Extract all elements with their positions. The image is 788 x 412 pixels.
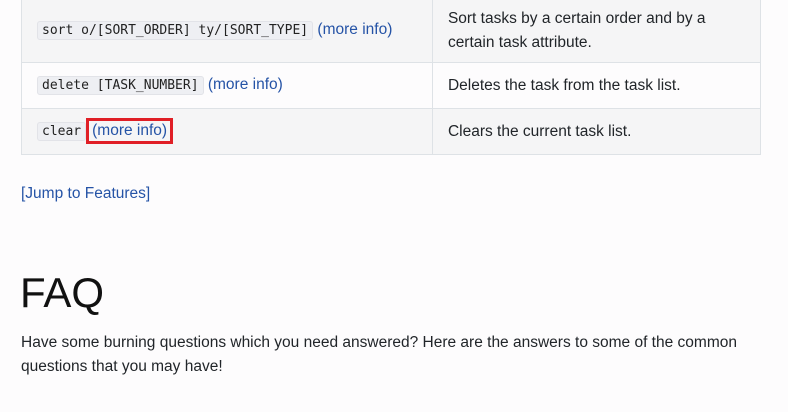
more-info-link-delete[interactable]: (more info) [208,76,283,93]
command-cell: clear (more info) [21,108,433,155]
description-cell: Clears the current task list. [431,108,762,155]
command-cell: delete [TASK_NUMBER] (more info) [21,62,433,109]
faq-heading: FAQ [20,269,105,316]
table-row: clear (more info) Clears the current task… [21,108,762,155]
command-summary-table: sort o/[SORT_ORDER] ty/[SORT_TYPE] (more… [21,0,762,155]
more-info-link-sort[interactable]: (more info) [317,21,392,38]
table-row: sort o/[SORT_ORDER] ty/[SORT_TYPE] (more… [21,0,762,63]
table-row: delete [TASK_NUMBER] (more info) Deletes… [21,62,762,109]
command-code: delete [TASK_NUMBER] [37,76,204,95]
command-cell: sort o/[SORT_ORDER] ty/[SORT_TYPE] (more… [21,0,433,63]
description-cell: Deletes the task from the task list. [431,62,762,109]
user-guide-page: sort o/[SORT_ORDER] ty/[SORT_TYPE] (more… [0,0,788,412]
description-cell: Sort tasks by a certain order and by a c… [431,0,762,63]
command-code: clear [37,122,87,141]
faq-intro-text: Have some burning questions which you ne… [21,334,737,375]
more-info-link-clear[interactable]: (more info) [86,118,174,144]
jump-to-features-link[interactable]: [Jump to Features] [21,185,150,203]
command-code: sort o/[SORT_ORDER] ty/[SORT_TYPE] [37,21,314,40]
